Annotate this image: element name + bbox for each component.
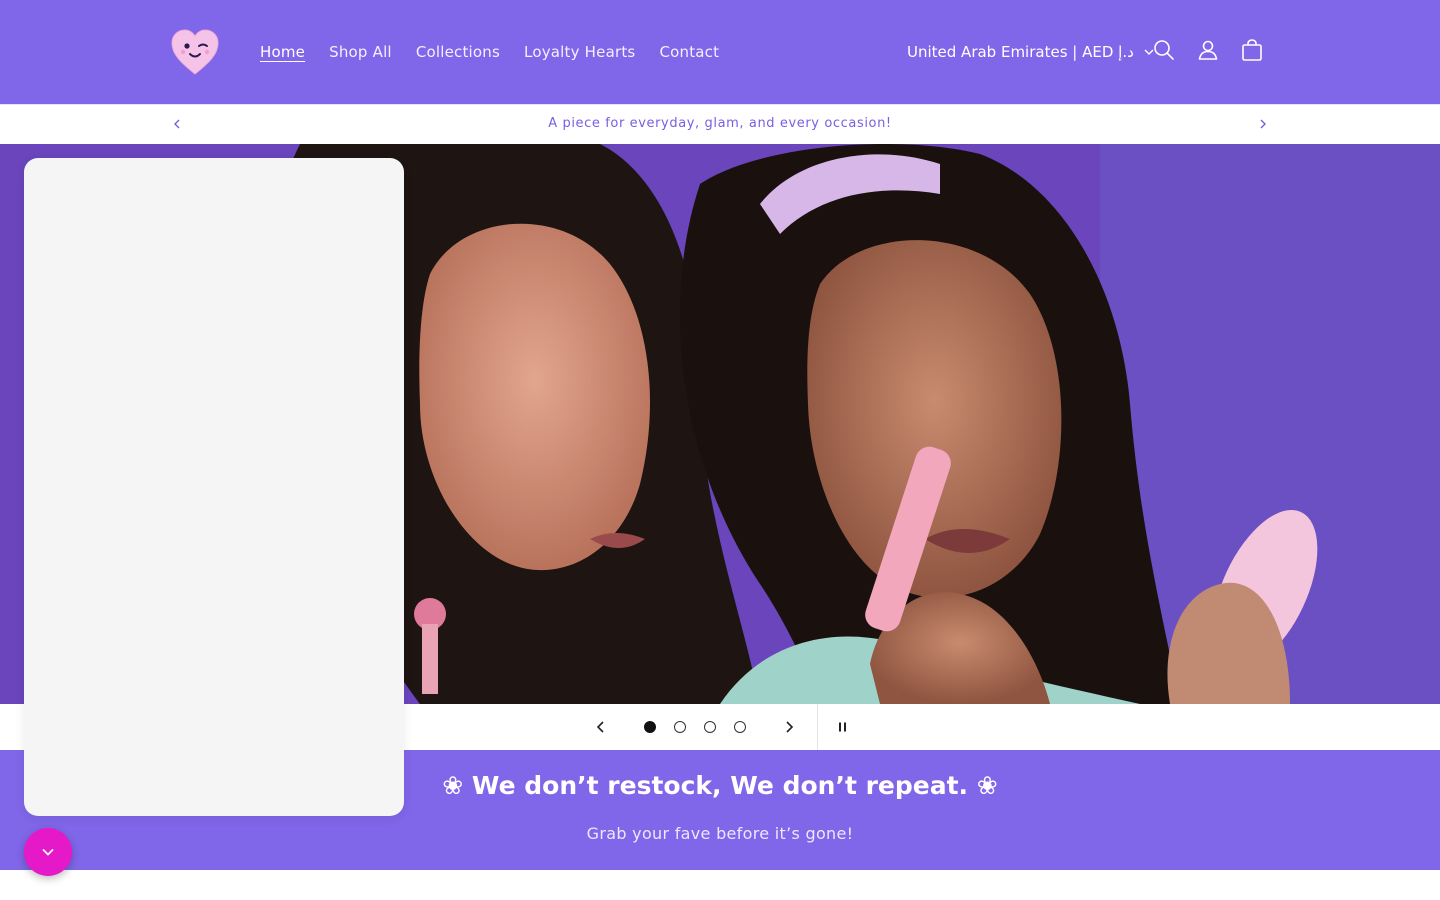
- promo-subtitle: Grab your fave before it’s gone!: [586, 824, 854, 843]
- search-button[interactable]: [1152, 38, 1176, 64]
- slide-dot-3[interactable]: [704, 721, 716, 733]
- previous-slide-button[interactable]: [592, 718, 610, 736]
- heart-logo-icon: [171, 29, 219, 75]
- cart-icon: [1242, 39, 1262, 61]
- announcement-text: A piece for everyday, glam, and every oc…: [548, 116, 892, 131]
- site-header: Home Shop All Collections Loyalty Hearts…: [0, 0, 1440, 104]
- slide-dot-4[interactable]: [734, 721, 746, 733]
- nav-shop-all[interactable]: Shop All: [329, 42, 392, 62]
- announcement-next-button[interactable]: [1256, 117, 1270, 131]
- cart-button[interactable]: [1240, 38, 1264, 64]
- country-selector[interactable]: United Arab Emirates | AED د.إ: [907, 42, 1154, 62]
- announcement-bar: A piece for everyday, glam, and every oc…: [0, 104, 1440, 144]
- account-icon: [1198, 40, 1218, 60]
- slide-dot-2[interactable]: [674, 721, 686, 733]
- pause-slideshow-button[interactable]: [834, 718, 852, 736]
- chat-widget-panel[interactable]: [24, 158, 404, 816]
- widget-toggle-button[interactable]: [24, 828, 72, 876]
- next-slide-button[interactable]: [780, 718, 798, 736]
- account-button[interactable]: [1196, 38, 1220, 64]
- nav-loyalty-hearts[interactable]: Loyalty Hearts: [524, 42, 635, 62]
- nav-contact[interactable]: Contact: [659, 42, 719, 62]
- brand-logo[interactable]: [170, 28, 220, 76]
- main-nav: Home Shop All Collections Loyalty Hearts…: [260, 42, 743, 62]
- chevron-down-icon: [42, 849, 54, 856]
- search-icon: [1154, 40, 1174, 60]
- nav-home[interactable]: Home: [260, 42, 305, 62]
- controls-divider: [817, 704, 818, 750]
- slide-dot-1[interactable]: [644, 721, 656, 733]
- country-selector-label: United Arab Emirates | AED د.إ: [907, 43, 1134, 61]
- nav-collections[interactable]: Collections: [416, 42, 500, 62]
